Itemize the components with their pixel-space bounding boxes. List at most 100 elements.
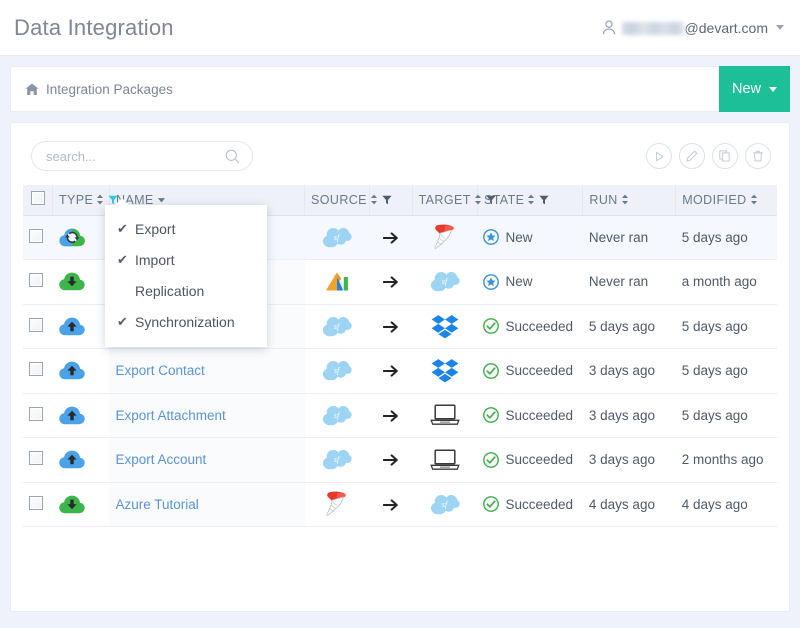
status-badge: Succeeded xyxy=(505,363,573,378)
row-checkbox[interactable] xyxy=(29,273,43,287)
row-state-cell: New xyxy=(477,260,582,305)
row-type-cell xyxy=(53,304,110,349)
row-name-cell[interactable]: Export Contact xyxy=(109,349,304,394)
row-name-cell[interactable]: Export Attachment xyxy=(109,393,304,438)
edit-button[interactable] xyxy=(679,143,705,169)
star-circle-icon xyxy=(483,274,499,290)
type-filter-option[interactable]: ✔Import xyxy=(105,244,267,275)
arrow-right-icon xyxy=(383,364,399,378)
row-select-cell[interactable] xyxy=(23,304,53,349)
run-button[interactable] xyxy=(646,143,672,169)
search-box[interactable] xyxy=(31,141,253,171)
col-source[interactable]: SOURCE xyxy=(305,185,370,215)
sqlserver-icon xyxy=(431,224,459,250)
row-checkbox[interactable] xyxy=(29,229,43,243)
type-filter-option[interactable]: ✔Export xyxy=(105,213,267,244)
row-run-cell: 4 days ago xyxy=(583,482,676,527)
search-icon xyxy=(225,149,240,164)
table-row[interactable]: Export Attachment sf Succeeded3 days ago… xyxy=(23,393,777,438)
laptop-icon xyxy=(430,404,460,426)
col-modified[interactable]: MODIFIED xyxy=(676,185,777,215)
col-run-label: RUN xyxy=(589,193,617,207)
table-row[interactable]: Export Account sf Succeeded3 days ago2 m… xyxy=(23,438,777,483)
cloud-sync-icon xyxy=(59,228,86,247)
sort-icon[interactable] xyxy=(474,194,482,205)
type-filter-menu[interactable]: ✔Export✔ImportReplication✔Synchronizatio… xyxy=(105,205,267,347)
content-card: TYPE NAME xyxy=(10,122,790,612)
package-name-link[interactable]: Azure Tutorial xyxy=(115,497,198,512)
arrow-right-icon xyxy=(383,275,399,289)
row-modified-cell: 5 days ago xyxy=(676,349,777,394)
row-select-cell[interactable] xyxy=(23,393,53,438)
col-run[interactable]: RUN xyxy=(583,185,676,215)
row-checkbox[interactable] xyxy=(29,451,43,465)
filter-icon[interactable] xyxy=(539,195,549,205)
row-direction-cell xyxy=(370,393,412,438)
sort-icon[interactable] xyxy=(527,194,535,205)
breadcrumb[interactable]: Integration Packages xyxy=(25,82,173,97)
sort-icon[interactable] xyxy=(96,194,104,205)
select-all-checkbox[interactable] xyxy=(31,191,45,205)
type-filter-option-label: Synchronization xyxy=(135,314,235,330)
status-badge: Succeeded xyxy=(505,408,573,423)
sort-icon[interactable] xyxy=(370,194,378,205)
type-filter-option[interactable]: Replication xyxy=(105,275,267,306)
row-checkbox[interactable] xyxy=(29,362,43,376)
row-name-cell[interactable]: Export Account xyxy=(109,438,304,483)
col-state[interactable]: STATE xyxy=(477,185,582,215)
row-modified-cell: 2 months ago xyxy=(676,438,777,483)
delete-button[interactable] xyxy=(745,143,771,169)
check-circle-icon xyxy=(483,318,499,334)
row-direction-cell xyxy=(370,260,412,305)
package-name-link[interactable]: Export Account xyxy=(115,452,206,467)
row-source-cell: sf xyxy=(305,393,370,438)
row-source-cell: sf xyxy=(305,215,370,260)
breadcrumb-bar-wrap: Integration Packages New xyxy=(0,56,800,112)
table-row[interactable]: Azure Tutorial sf Succeeded4 days ago4 d… xyxy=(23,482,777,527)
copy-button[interactable] xyxy=(712,143,738,169)
row-direction-cell xyxy=(370,215,412,260)
col-modified-label: MODIFIED xyxy=(682,193,746,207)
chevron-down-icon xyxy=(769,87,777,92)
row-checkbox[interactable] xyxy=(29,496,43,510)
row-source-cell: sf xyxy=(305,438,370,483)
table-row[interactable]: Export Contact sf Succeeded3 days ago5 d… xyxy=(23,349,777,394)
row-select-cell[interactable] xyxy=(23,215,53,260)
type-filter-option-label: Import xyxy=(135,252,175,268)
row-type-cell xyxy=(53,393,110,438)
sort-icon[interactable] xyxy=(621,194,629,205)
col-select-all[interactable] xyxy=(23,185,53,215)
dropbox-icon xyxy=(431,314,459,339)
search-input[interactable] xyxy=(44,148,225,165)
type-filter-option[interactable]: ✔Synchronization xyxy=(105,306,267,337)
filter-icon[interactable] xyxy=(382,195,392,205)
row-direction-cell xyxy=(370,304,412,349)
row-select-cell[interactable] xyxy=(23,438,53,483)
col-target[interactable]: TARGET xyxy=(412,185,477,215)
row-name-cell[interactable]: Azure Tutorial xyxy=(109,482,304,527)
arrow-right-icon xyxy=(383,453,399,467)
chevron-down-icon xyxy=(776,25,784,30)
sort-icon[interactable] xyxy=(750,194,758,205)
row-state-cell: Succeeded xyxy=(477,349,582,394)
account-menu[interactable]: @devart.com xyxy=(602,20,784,36)
sort-icon[interactable] xyxy=(157,197,166,203)
row-source-cell: sf xyxy=(305,304,370,349)
package-name-link[interactable]: Export Attachment xyxy=(115,408,225,423)
row-state-cell: Succeeded xyxy=(477,482,582,527)
cloud-upload-icon xyxy=(59,317,85,336)
row-state-cell: Succeeded xyxy=(477,438,582,483)
col-type[interactable]: TYPE xyxy=(53,185,110,215)
row-checkbox[interactable] xyxy=(29,318,43,332)
row-select-cell[interactable] xyxy=(23,260,53,305)
new-button[interactable]: New xyxy=(719,66,790,112)
cloud-upload-icon xyxy=(59,361,85,380)
type-filter-option-label: Export xyxy=(135,221,175,237)
row-checkbox[interactable] xyxy=(29,407,43,421)
package-name-link[interactable]: Export Contact xyxy=(115,363,204,378)
salesforce-icon: sf xyxy=(322,360,352,381)
row-source-cell xyxy=(305,260,370,305)
row-select-cell[interactable] xyxy=(23,482,53,527)
salesforce-icon: sf xyxy=(322,227,352,248)
row-select-cell[interactable] xyxy=(23,349,53,394)
